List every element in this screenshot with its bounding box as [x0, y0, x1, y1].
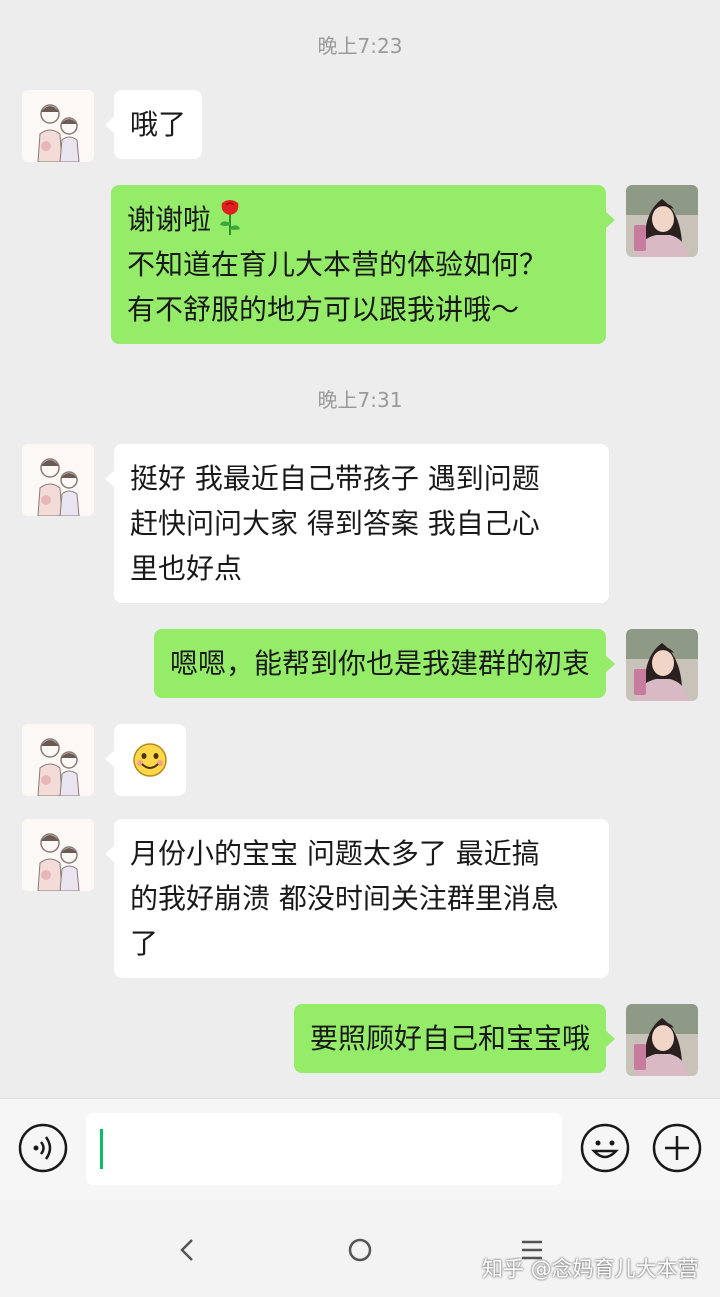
input-bar [0, 1098, 720, 1201]
message-input[interactable] [86, 1113, 562, 1185]
avatar-self[interactable] [626, 1004, 698, 1076]
message-bubble[interactable]: 挺好 我最近自己带孩子 遇到问题 赶快问问大家 得到答案 我自己心 里也好点 [105, 444, 609, 603]
message-text: 要照顾好自己和宝宝哦 [309, 1022, 590, 1055]
message-text: 的我好崩溃 都没时间关注群里消息 [130, 882, 559, 915]
home-button[interactable] [340, 1230, 380, 1270]
message-text: 哦了 [130, 108, 187, 141]
message-text: 挺好 我最近自己带孩子 遇到问题 [130, 462, 540, 495]
message-text: 了 [130, 927, 159, 960]
message-bubble[interactable]: 哦了 [104, 90, 203, 159]
message-bubble[interactable] [105, 724, 186, 796]
avatar-contact[interactable] [22, 819, 94, 891]
emoji-icon [580, 1123, 630, 1173]
message-text: 有不舒服的地方可以跟我讲哦～ [127, 293, 520, 326]
message-text: 赶快问问大家 得到答案 我自己心 [130, 507, 540, 540]
timestamp: 晚上7:23 [317, 34, 403, 58]
message-text-part: 谢谢啦 [127, 203, 212, 236]
avatar-contact[interactable] [22, 724, 94, 796]
voice-button[interactable] [18, 1123, 68, 1173]
message-text: 谢谢啦 [127, 197, 590, 242]
avatar-self[interactable] [626, 185, 698, 257]
message-bubble[interactable]: 月份小的宝宝 问题太多了 最近搞 的我好崩溃 都没时间关注群里消息 了 [105, 819, 609, 978]
message-bubble[interactable]: 谢谢啦 不知道在育儿大本营的体验如何？ 有不舒服的地方可以跟我讲哦～ [111, 185, 615, 344]
message-bubble[interactable]: 要照顾好自己和宝宝哦 [293, 1004, 616, 1073]
home-icon [348, 1238, 372, 1262]
rose-icon [220, 200, 241, 235]
message-text: 嗯嗯，能帮到你也是我建群的初衷 [169, 647, 590, 680]
back-button[interactable] [168, 1230, 208, 1270]
chat-area: 晚上7:23 哦了 谢谢啦 不知道在育儿大本营的体验如何？ 有不舒服的地方可以跟… [0, 0, 720, 1098]
message-text: 里也好点 [130, 552, 243, 585]
message-bubble[interactable]: 嗯嗯，能帮到你也是我建群的初衷 [153, 629, 616, 698]
avatar-contact[interactable] [22, 90, 94, 162]
plus-icon [652, 1123, 702, 1173]
smiley-icon [133, 743, 167, 777]
avatar-self[interactable] [626, 629, 698, 701]
text-caret [100, 1129, 103, 1169]
voice-icon [18, 1123, 68, 1173]
emoji-button[interactable] [580, 1123, 630, 1173]
more-button[interactable] [652, 1123, 702, 1173]
back-icon [180, 1239, 193, 1261]
message-text: 月份小的宝宝 问题太多了 最近搞 [130, 837, 540, 870]
timestamp: 晚上7:31 [317, 388, 403, 412]
watermark: 知乎 @念妈育儿大本营 [482, 1257, 699, 1281]
message-text: 不知道在育儿大本营的体验如何？ [127, 248, 548, 281]
avatar-contact[interactable] [22, 444, 94, 516]
